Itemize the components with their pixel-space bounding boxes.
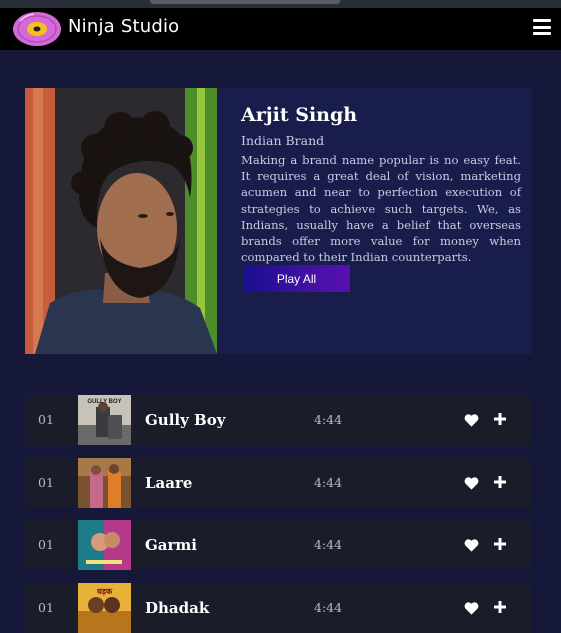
plus-icon[interactable] <box>494 538 506 550</box>
plus-icon[interactable] <box>494 601 506 613</box>
heart-icon[interactable] <box>464 601 479 615</box>
track-title: Dhadak <box>145 599 210 617</box>
window-tab-indicator <box>150 0 340 4</box>
artist-photo <box>25 88 217 354</box>
artist-hero-card: Arjit Singh Indian Brand Making a brand … <box>25 88 532 354</box>
track-title: Laare <box>145 474 193 492</box>
navbar: Ninja Studio <box>0 8 561 50</box>
window-top-strip <box>0 0 561 8</box>
svg-text:GULLY BOY: GULLY BOY <box>87 399 121 405</box>
album-thumbnail: धड़क <box>78 583 131 633</box>
track-duration: 4:44 <box>314 475 343 490</box>
track-duration: 4:44 <box>314 412 343 427</box>
brand-name[interactable]: Ninja Studio <box>68 16 179 37</box>
play-all-button[interactable]: Play All <box>243 265 350 292</box>
heart-icon[interactable] <box>464 476 479 490</box>
track-duration: 4:44 <box>314 537 343 552</box>
track-number: 01 <box>38 600 54 615</box>
track-number: 01 <box>38 537 54 552</box>
plus-icon[interactable] <box>494 413 506 425</box>
hamburger-menu-icon[interactable] <box>533 19 551 35</box>
track-title: Garmi <box>145 536 198 554</box>
plus-icon[interactable] <box>494 476 506 488</box>
track-row[interactable]: 01 धड़क Dhadak 4:44 <box>25 583 532 633</box>
svg-text:धड़क: धड़क <box>97 587 113 596</box>
artist-name: Arjit Singh <box>241 104 358 126</box>
artist-description: Making a brand name popular is no easy f… <box>241 153 521 265</box>
heart-icon[interactable] <box>464 413 479 427</box>
artist-subtitle: Indian Brand <box>241 133 325 148</box>
track-row[interactable]: 01 Garmi 4:44 <box>25 520 532 570</box>
track-title: Gully Boy <box>145 411 226 429</box>
track-row[interactable]: 01 Laare 4:44 <box>25 458 532 508</box>
album-thumbnail <box>78 520 131 570</box>
heart-icon[interactable] <box>464 538 479 552</box>
vinyl-record-icon[interactable] <box>12 11 62 47</box>
track-number: 01 <box>38 412 54 427</box>
track-row[interactable]: 01 GULLY BOY Gully Boy 4:44 <box>25 395 532 445</box>
track-duration: 4:44 <box>314 600 343 615</box>
album-thumbnail: GULLY BOY <box>78 395 131 445</box>
album-thumbnail <box>78 458 131 508</box>
track-number: 01 <box>38 475 54 490</box>
